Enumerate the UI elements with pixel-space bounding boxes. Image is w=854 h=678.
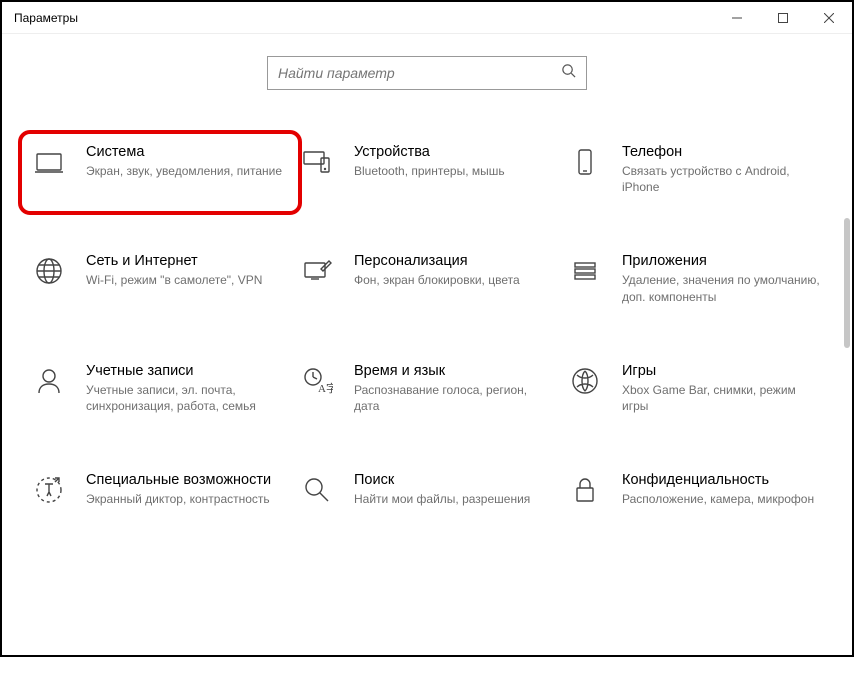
scrollbar[interactable] <box>844 218 850 348</box>
maximize-button[interactable] <box>760 2 806 34</box>
devices-icon <box>298 146 336 184</box>
tile-desc: Связать устройство с Android, iPhone <box>622 163 820 195</box>
tile-title: Приложения <box>622 253 820 269</box>
tile-title: Учетные записи <box>86 363 284 379</box>
tile-title: Время и язык <box>354 363 552 379</box>
tile-desc: Распознавание голоса, регион, дата <box>354 382 552 414</box>
tile-desc: Удаление, значения по умолчанию, доп. ко… <box>622 272 820 304</box>
tile-title: Игры <box>622 363 820 379</box>
lock-icon <box>566 474 604 512</box>
tile-accounts[interactable]: Учетные записи Учетные записи, эл. почта… <box>30 363 290 414</box>
tile-privacy[interactable]: Конфиденциальность Расположение, камера,… <box>566 472 826 512</box>
system-icon <box>30 146 68 184</box>
tile-search[interactable]: Поиск Найти мои файлы, разрешения <box>298 472 558 512</box>
ease-of-access-icon <box>30 474 68 512</box>
search-input[interactable] <box>278 65 561 81</box>
tile-title: Специальные возможности <box>86 472 284 488</box>
personalization-icon <box>298 255 336 293</box>
tile-time[interactable]: A字 Время и язык Распознавание голоса, ре… <box>298 363 558 414</box>
time-language-icon: A字 <box>298 365 336 403</box>
tile-phone[interactable]: Телефон Связать устройство с Android, iP… <box>566 144 826 195</box>
gaming-icon <box>566 365 604 403</box>
tile-apps[interactable]: Приложения Удаление, значения по умолчан… <box>566 253 826 304</box>
tile-title: Сеть и Интернет <box>86 253 284 269</box>
tile-personalization[interactable]: Персонализация Фон, экран блокировки, цв… <box>298 253 558 304</box>
phone-icon <box>566 146 604 184</box>
tile-system[interactable]: Система Экран, звук, уведомления, питани… <box>18 130 302 215</box>
tile-devices[interactable]: Устройства Bluetooth, принтеры, мышь <box>298 144 558 195</box>
tile-title: Устройства <box>354 144 552 160</box>
tile-title: Система <box>86 144 284 160</box>
tile-desc: Bluetooth, принтеры, мышь <box>354 163 552 179</box>
window-title: Параметры <box>14 11 714 25</box>
search-row <box>2 34 852 118</box>
titlebar: Параметры <box>2 2 852 34</box>
tile-title: Телефон <box>622 144 820 160</box>
content-area: Система Экран, звук, уведомления, питани… <box>2 118 852 678</box>
tile-desc: Экран, звук, уведомления, питание <box>86 163 284 179</box>
tile-desc: Учетные записи, эл. почта, синхронизация… <box>86 382 284 414</box>
search-category-icon <box>298 474 336 512</box>
search-box[interactable] <box>267 56 587 90</box>
tile-ease[interactable]: Специальные возможности Экранный диктор,… <box>30 472 290 512</box>
tile-title: Персонализация <box>354 253 552 269</box>
accounts-icon <box>30 365 68 403</box>
tile-network[interactable]: Сеть и Интернет Wi-Fi, режим "в самолете… <box>30 253 290 304</box>
apps-icon <box>566 255 604 293</box>
close-button[interactable] <box>806 2 852 34</box>
minimize-button[interactable] <box>714 2 760 34</box>
settings-grid: Система Экран, звук, уведомления, питани… <box>2 118 852 512</box>
tile-title: Поиск <box>354 472 552 488</box>
tile-desc: Найти мои файлы, разрешения <box>354 491 552 507</box>
globe-icon <box>30 255 68 293</box>
search-icon <box>561 63 576 83</box>
window-controls <box>714 2 852 34</box>
tile-desc: Xbox Game Bar, снимки, режим игры <box>622 382 820 414</box>
tile-gaming[interactable]: Игры Xbox Game Bar, снимки, режим игры <box>566 363 826 414</box>
tile-desc: Wi-Fi, режим "в самолете", VPN <box>86 272 284 288</box>
tile-title: Конфиденциальность <box>622 472 820 488</box>
tile-desc: Экранный диктор, контрастность <box>86 491 284 507</box>
tile-desc: Фон, экран блокировки, цвета <box>354 272 552 288</box>
tile-desc: Расположение, камера, микрофон <box>622 491 820 507</box>
svg-text:A字: A字 <box>318 381 333 395</box>
